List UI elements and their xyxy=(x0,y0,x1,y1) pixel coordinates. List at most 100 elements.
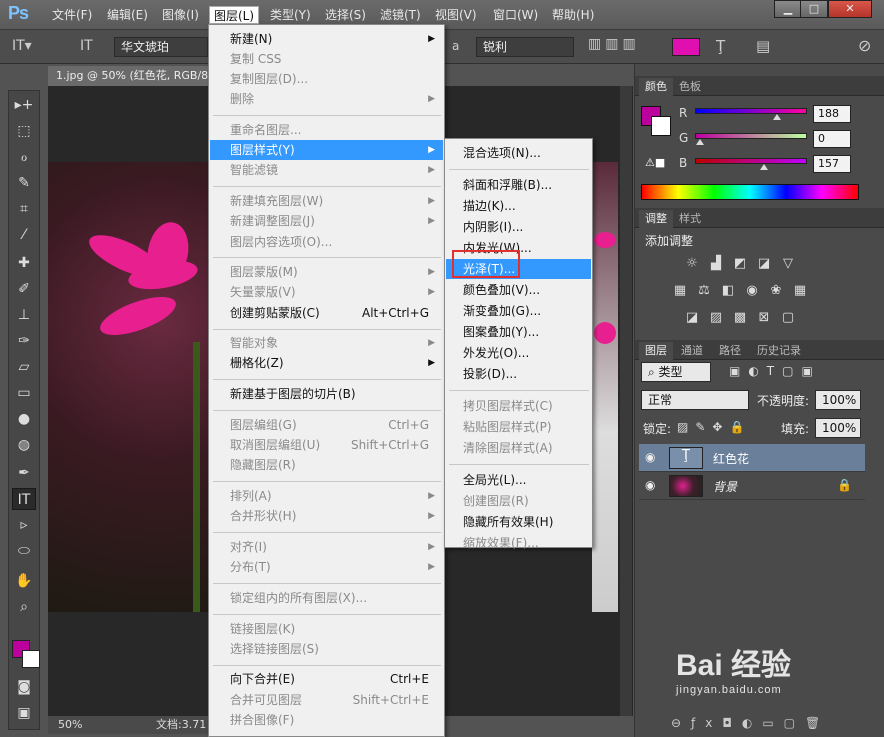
menu-image[interactable]: 图像(I) xyxy=(158,6,203,24)
tab-adjustments[interactable]: 调整 xyxy=(639,210,673,228)
layer-menu-item[interactable]: 图层内容选项(O)... xyxy=(210,232,443,252)
style-submenu-item[interactable]: 拷贝图层样式(C) xyxy=(446,396,591,416)
tab-channels[interactable]: 通道 xyxy=(675,342,709,360)
layer-menu-item[interactable]: 删除 ▶ xyxy=(210,89,443,109)
path-select-tool-icon[interactable]: ▹ xyxy=(12,514,36,536)
dodge-tool-icon[interactable]: ◍ xyxy=(12,434,36,456)
pen-tool-icon[interactable]: ✒ xyxy=(12,462,36,484)
hue-saturation-icon[interactable]: ▦ xyxy=(671,283,689,299)
font-family-field[interactable]: 华文琥珀 xyxy=(114,37,208,57)
layer-menu-item[interactable]: 对齐(I) ▶ xyxy=(210,537,443,557)
type-tool-preset-icon[interactable]: ⅠT▾ xyxy=(12,38,48,56)
blend-mode-select[interactable]: 正常 xyxy=(641,390,749,410)
style-submenu-item[interactable]: 斜面和浮雕(B)... xyxy=(446,175,591,195)
vibrance-icon[interactable]: ▽ xyxy=(779,256,797,272)
layer-menu-item[interactable]: 新建调整图层(J) ▶ xyxy=(210,211,443,231)
black-white-icon[interactable]: ◧ xyxy=(719,283,737,299)
layer-menu-item[interactable]: 向下合并(E) Ctrl+E xyxy=(210,669,443,689)
layer-row-text[interactable]: ◉ Ţ 红色花 xyxy=(639,444,865,472)
eye-icon[interactable]: ◉ xyxy=(645,478,655,492)
gradient-map-icon[interactable]: ⊠ xyxy=(755,310,773,326)
layer-menu-item[interactable]: 排列(A) ▶ xyxy=(210,486,443,506)
layer-menu-item[interactable]: 取消图层编组(U) Shift+Ctrl+G xyxy=(210,435,443,455)
b-value[interactable]: 157 xyxy=(813,155,851,173)
color-lookup-icon[interactable]: ▦ xyxy=(791,283,809,299)
shape-tool-icon[interactable]: ⬭ xyxy=(12,540,36,562)
stamp-tool-icon[interactable]: ⊥ xyxy=(12,304,36,326)
text-orientation-icon[interactable]: ⅠT xyxy=(80,38,100,56)
style-submenu-item[interactable]: 内阴影(I)... xyxy=(446,217,591,237)
style-submenu-item[interactable]: 清除图层样式(A) xyxy=(446,438,591,458)
layer-name[interactable]: 红色花 xyxy=(713,450,749,467)
tab-paths[interactable]: 路径 xyxy=(713,342,747,360)
panel-background-color[interactable] xyxy=(651,116,671,136)
text-color-swatch[interactable] xyxy=(672,38,700,56)
layer-menu-item[interactable]: 矢量蒙版(V) ▶ xyxy=(210,282,443,302)
antialias-select[interactable]: 锐利 xyxy=(476,37,574,57)
menu-view[interactable]: 视图(V) xyxy=(431,6,481,24)
zoom-tool-icon[interactable]: ⌕ xyxy=(12,596,36,618)
fill-input[interactable]: 100% xyxy=(815,418,861,438)
style-submenu-item[interactable]: 图案叠加(Y)... xyxy=(446,322,591,342)
screen-mode-icon[interactable]: ▣ xyxy=(12,702,36,724)
style-submenu-item[interactable]: 描边(K)... xyxy=(446,196,591,216)
layer-menu-item[interactable]: 智能对象 ▶ xyxy=(210,333,443,353)
photo-filter-icon[interactable]: ◉ xyxy=(743,283,761,299)
tab-color[interactable]: 颜色 xyxy=(639,78,673,96)
healing-tool-icon[interactable]: ✚ xyxy=(12,252,36,274)
align-buttons-icon[interactable]: ▥▥▥ xyxy=(588,36,668,58)
lock-icons[interactable]: ▨✎✥🔒 xyxy=(677,420,757,436)
layer-menu-item[interactable]: 图层编组(G) Ctrl+G xyxy=(210,415,443,435)
layer-actions-icons[interactable]: ⊖ƒx◘◐▭▢🗑 xyxy=(671,716,871,732)
style-submenu-item[interactable]: 全局光(L)... xyxy=(446,470,591,490)
layer-menu-item[interactable]: 锁定组内的所有图层(X)... xyxy=(210,588,443,608)
layer-name[interactable]: 背景 xyxy=(713,478,737,495)
brush-tool-icon[interactable]: ✐ xyxy=(12,278,36,300)
menu-layer[interactable]: 图层(L) xyxy=(209,6,260,24)
color-balance-icon[interactable]: ⚖ xyxy=(695,283,713,299)
tab-swatches[interactable]: 色板 xyxy=(673,78,707,96)
menu-window[interactable]: 窗口(W) xyxy=(489,6,542,24)
history-brush-tool-icon[interactable]: ✑ xyxy=(12,330,36,352)
minimize-button[interactable]: ▁ xyxy=(774,0,802,18)
quick-select-tool-icon[interactable]: ✎ xyxy=(12,172,36,194)
layer-filter-select[interactable]: ⌕ 类型 xyxy=(641,362,711,382)
tab-history[interactable]: 历史记录 xyxy=(751,342,807,360)
style-submenu-item[interactable]: 渐变叠加(G)... xyxy=(446,301,591,321)
menu-edit[interactable]: 编辑(E) xyxy=(103,6,152,24)
layer-menu-item[interactable]: 选择链接图层(S) xyxy=(210,639,443,659)
layer-menu-item[interactable]: 复制图层(D)... xyxy=(210,69,443,89)
layer-menu-item[interactable]: 复制 CSS xyxy=(210,49,443,69)
r-value[interactable]: 188 xyxy=(813,105,851,123)
style-submenu-item[interactable]: 创建图层(R) xyxy=(446,491,591,511)
crop-tool-icon[interactable]: ⌗ xyxy=(12,198,36,220)
selective-color-icon[interactable]: ▢ xyxy=(779,310,797,326)
channel-mixer-icon[interactable]: ❀ xyxy=(767,283,785,299)
style-submenu-item[interactable]: 投影(D)... xyxy=(446,364,591,384)
eye-icon[interactable]: ◉ xyxy=(645,450,655,464)
layer-row-background[interactable]: ◉ 背景 🔒 xyxy=(639,472,865,500)
r-slider[interactable] xyxy=(695,108,807,120)
marquee-tool-icon[interactable]: ⬚ xyxy=(12,120,36,142)
style-submenu-item[interactable]: 混合选项(N)... xyxy=(446,143,591,163)
invert-icon[interactable]: ◪ xyxy=(683,310,701,326)
style-submenu-item[interactable]: 缩放效果(F)... xyxy=(446,533,591,553)
menu-select[interactable]: 选择(S) xyxy=(321,6,370,24)
layer-menu-item[interactable]: 链接图层(K) xyxy=(210,619,443,639)
close-button[interactable]: ✕ xyxy=(828,0,872,18)
layer-menu-item[interactable]: 新建(N) ▶ xyxy=(210,29,443,49)
layer-menu-item[interactable]: 栅格化(Z) ▶ xyxy=(210,353,443,373)
blur-tool-icon[interactable]: ● xyxy=(12,408,36,430)
zoom-level[interactable]: 50% xyxy=(58,716,82,734)
vertical-scrollbar[interactable] xyxy=(620,86,632,716)
threshold-icon[interactable]: ▩ xyxy=(731,310,749,326)
style-submenu-item[interactable]: 外发光(O)... xyxy=(446,343,591,363)
warp-text-icon[interactable]: Ţ xyxy=(716,37,736,57)
curves-icon[interactable]: ◩ xyxy=(731,256,749,272)
exposure-icon[interactable]: ◪ xyxy=(755,256,773,272)
menu-help[interactable]: 帮助(H) xyxy=(548,6,598,24)
character-panel-icon[interactable]: ▤ xyxy=(756,37,776,57)
layer-menu-item[interactable]: 分布(T) ▶ xyxy=(210,557,443,577)
layer-menu-item[interactable]: 图层蒙版(M) ▶ xyxy=(210,262,443,282)
layer-menu-item[interactable]: 图层样式(Y) ▶ xyxy=(210,140,443,160)
